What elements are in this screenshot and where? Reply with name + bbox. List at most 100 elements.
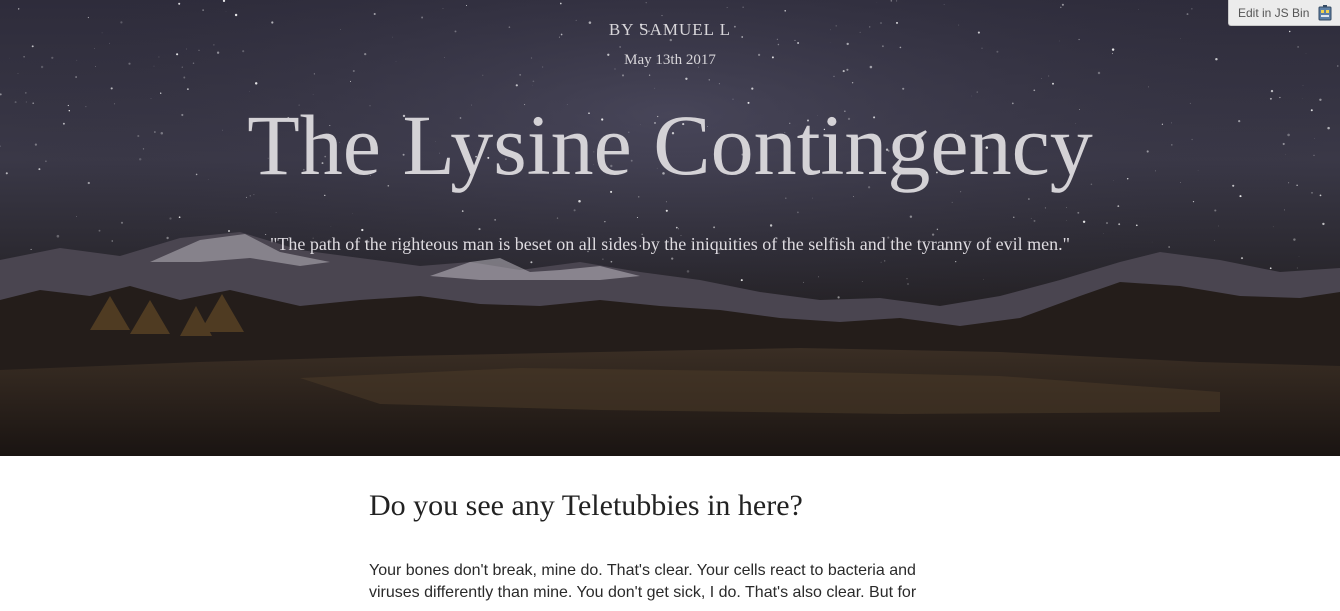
- star: [890, 0, 893, 2]
- star: [797, 42, 800, 44]
- star: [17, 73, 19, 74]
- star: [833, 75, 835, 78]
- star: [1302, 85, 1304, 87]
- star: [976, 91, 978, 93]
- star: [846, 42, 849, 46]
- star: [902, 87, 905, 90]
- star: [1240, 257, 1244, 260]
- star: [573, 209, 576, 212]
- star: [1097, 71, 1101, 75]
- star: [751, 87, 754, 90]
- star: [1106, 222, 1108, 224]
- star: [530, 261, 533, 264]
- star: [812, 197, 813, 199]
- star: [784, 10, 786, 12]
- star: [951, 201, 953, 203]
- publish-date: May 13th 2017: [624, 52, 716, 68]
- star: [686, 270, 690, 273]
- star: [685, 77, 688, 80]
- star: [1028, 198, 1030, 200]
- star: [186, 88, 189, 91]
- star: [352, 213, 353, 214]
- star: [1192, 201, 1195, 203]
- star: [896, 0, 898, 2]
- edit-in-jsbin-button[interactable]: Edit in JS Bin: [1228, 0, 1340, 26]
- star: [1297, 46, 1299, 48]
- star: [202, 9, 204, 11]
- star: [1077, 211, 1080, 214]
- star: [160, 92, 162, 94]
- star: [981, 47, 983, 49]
- star: [1284, 209, 1286, 211]
- star: [1061, 3, 1064, 6]
- star: [352, 69, 355, 73]
- star: [186, 48, 188, 50]
- star: [1272, 226, 1274, 228]
- author-byline: BY SAMUEL L: [608, 20, 732, 39]
- hero-banner: BY SAMUEL L May 13th 2017 The Lysine Con…: [0, 0, 1340, 456]
- star: [578, 199, 581, 203]
- star: [851, 82, 854, 84]
- star: [183, 76, 186, 79]
- star: [556, 217, 559, 219]
- star: [853, 196, 854, 197]
- star: [837, 296, 840, 299]
- star: [1033, 219, 1036, 222]
- star: [442, 8, 444, 9]
- star: [1269, 267, 1272, 270]
- star: [842, 70, 845, 73]
- star: [1033, 89, 1036, 92]
- star: [1044, 207, 1046, 209]
- star: [532, 80, 535, 83]
- star: [98, 229, 101, 232]
- star: [1148, 86, 1149, 88]
- star: [665, 209, 668, 212]
- star: [559, 2, 562, 5]
- star: [169, 217, 172, 220]
- star: [75, 76, 77, 78]
- star: [461, 210, 464, 212]
- star: [943, 4, 945, 5]
- star: [661, 15, 663, 17]
- star: [519, 74, 521, 76]
- star: [324, 194, 326, 197]
- star: [1058, 40, 1060, 42]
- star: [1013, 216, 1015, 218]
- star: [225, 10, 227, 12]
- star: [794, 39, 796, 41]
- star: [313, 73, 316, 75]
- star: [621, 74, 625, 77]
- star: [777, 43, 780, 46]
- star: [713, 226, 716, 229]
- star: [769, 224, 773, 227]
- star: [936, 228, 939, 231]
- star: [818, 276, 819, 278]
- star: [671, 257, 674, 260]
- star: [254, 82, 258, 85]
- star: [18, 8, 20, 10]
- star: [178, 216, 181, 219]
- star: [373, 12, 376, 16]
- star: [515, 84, 518, 87]
- star: [330, 226, 332, 227]
- star: [24, 92, 27, 94]
- star: [1060, 6, 1062, 9]
- star: [637, 196, 640, 198]
- article-heading: Do you see any Teletubbies in here?: [369, 489, 803, 522]
- star: [494, 219, 496, 221]
- star: [881, 45, 884, 48]
- star: [31, 45, 34, 48]
- star: [785, 197, 787, 200]
- star: [234, 13, 238, 17]
- star: [619, 46, 621, 48]
- star: [740, 279, 743, 282]
- star: [610, 260, 613, 263]
- star: [648, 74, 651, 76]
- star: [1319, 194, 1322, 197]
- star: [76, 216, 78, 218]
- star: [120, 221, 124, 224]
- star: [708, 79, 711, 81]
- star: [421, 16, 424, 19]
- star: [1296, 267, 1298, 269]
- star: [1322, 222, 1325, 226]
